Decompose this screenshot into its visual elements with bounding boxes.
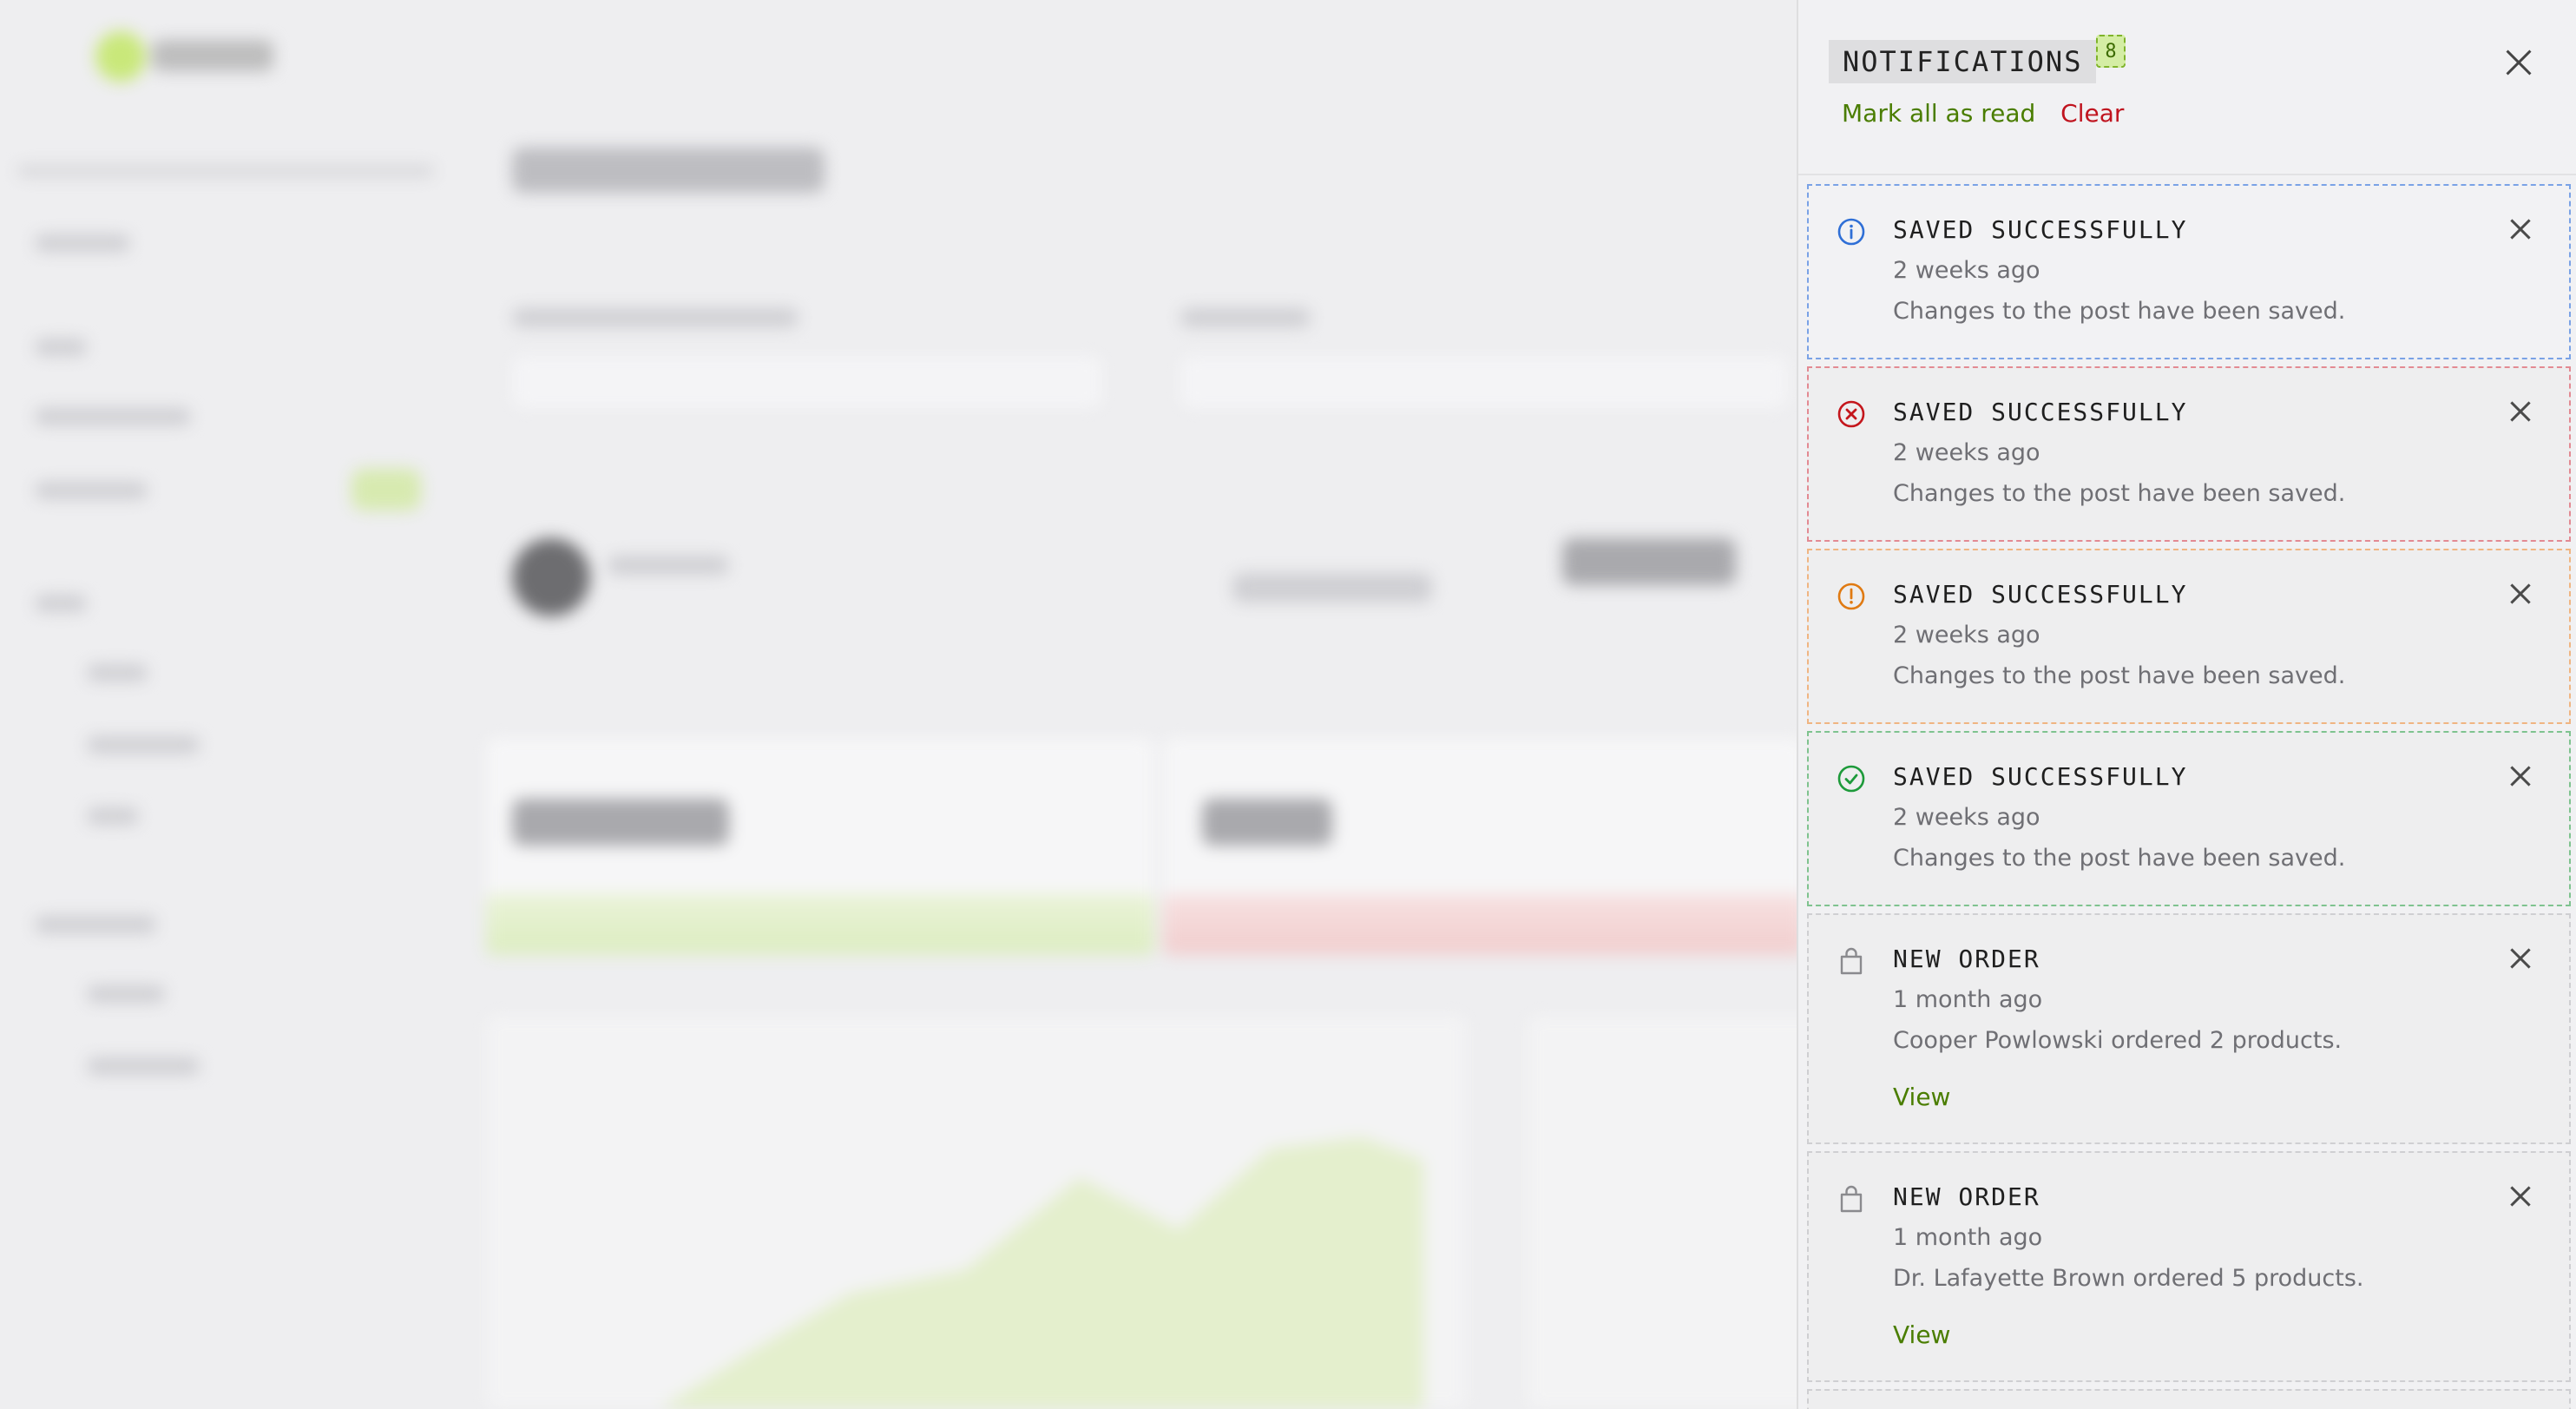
avatar [512,538,590,616]
view-order-link[interactable]: View [1893,1320,1950,1349]
notification-time: 2 weeks ago [1893,622,2040,649]
clear-notifications-link[interactable]: Clear [2060,99,2124,128]
notification-item[interactable]: SAVED SUCCESSFULLY 2 weeks ago Changes t… [1807,184,2571,359]
notification-item[interactable]: SAVED SUCCESSFULLY 2 weeks ago Changes t… [1807,731,2571,906]
notifications-drawer: NOTIFICATIONS 8 Mark all as read Clear S… [1797,0,2576,1409]
notification-message: Changes to the post have been saved. [1893,480,2346,507]
notification-item[interactable]: SAVED SUCCESSFULLY 2 weeks ago Changes t… [1807,549,2571,724]
sidebar-item [35,408,191,425]
notification-message: Dr. Lafayette Brown ordered 5 products. [1893,1265,2364,1292]
stat-sparkline [486,894,1154,955]
dismiss-notification-icon[interactable] [2507,580,2534,608]
notification-title: NEW ORDER [1893,1182,2040,1211]
view-order-link[interactable]: View [1893,1083,1950,1111]
shopping-bag-icon [1840,947,1863,975]
info-circle-icon [1837,218,1865,246]
notification-title: SAVED SUCCESSFULLY [1893,215,2188,244]
sidebar-item [87,736,200,754]
sidebar-item [87,985,165,1003]
profile-button [1232,573,1432,602]
sidebar-badge [352,469,421,510]
sidebar-item [87,1057,200,1075]
page-title-placeholder [512,148,825,193]
field-label [512,308,798,327]
stat-value [512,799,729,846]
notification-title: SAVED SUCCESSFULLY [1893,580,2188,609]
notification-time: 2 weeks ago [1893,257,2040,284]
app-logo-wordmark [152,40,273,71]
x-circle-icon [1837,400,1865,428]
drawer-title: NOTIFICATIONS [1829,40,2097,83]
drawer-actions: Mark all as read Clear [1842,99,2124,128]
field-input [512,356,1102,408]
sidebar-item [35,339,87,356]
notification-item[interactable] [1807,1389,2571,1409]
check-circle-icon [1837,765,1865,793]
notification-item[interactable]: NEW ORDER 1 month ago Cooper Powlowski o… [1807,913,2571,1144]
notification-message: Changes to the post have been saved. [1893,845,2346,872]
notification-item[interactable]: NEW ORDER 1 month ago Dr. Lafayette Brow… [1807,1151,2571,1382]
notification-time: 2 weeks ago [1893,804,2040,831]
sidebar-item [35,916,156,933]
stat-value [1202,799,1332,846]
sidebar-item [35,482,148,499]
app-logo-mark [95,31,146,82]
dismiss-notification-icon[interactable] [2507,1182,2534,1210]
shopping-bag-icon [1840,1185,1863,1213]
notification-time: 2 weeks ago [1893,439,2040,466]
sidebar-divider [17,165,434,177]
dismiss-notification-icon[interactable] [2507,945,2534,972]
notification-message: Cooper Powlowski ordered 2 products. [1893,1027,2343,1054]
mark-all-read-link[interactable]: Mark all as read [1842,99,2035,128]
exclamation-circle-icon [1837,583,1865,610]
notification-title: NEW ORDER [1893,945,2040,973]
dismiss-notification-icon[interactable] [2507,215,2534,243]
unread-count-badge: 8 [2096,35,2126,68]
dismiss-notification-icon[interactable] [2507,762,2534,790]
notification-list: SAVED SUCCESSFULLY 2 weeks ago Changes t… [1807,184,2571,1409]
notification-message: Changes to the post have been saved. [1893,298,2346,325]
field-input [1180,356,1788,408]
dismiss-notification-icon[interactable] [2507,398,2534,425]
notification-title: SAVED SUCCESSFULLY [1893,762,2188,791]
sidebar-item [87,664,148,681]
notification-time: 1 month ago [1893,1224,2043,1251]
profile-value [1562,538,1736,585]
notification-message: Changes to the post have been saved. [1893,662,2346,689]
field-label [1180,308,1311,327]
sidebar-item [35,595,87,612]
notification-title: SAVED SUCCESSFULLY [1893,398,2188,426]
drawer-header: NOTIFICATIONS 8 Mark all as read Clear [1798,0,2576,175]
sidebar-item [35,234,130,252]
sidebar-item [87,807,139,825]
notification-time: 1 month ago [1893,986,2043,1013]
profile-name [608,556,729,575]
notification-item[interactable]: SAVED SUCCESSFULLY 2 weeks ago Changes t… [1807,366,2571,542]
stat-sparkline [1163,894,1805,955]
close-drawer-icon[interactable] [2503,47,2534,78]
